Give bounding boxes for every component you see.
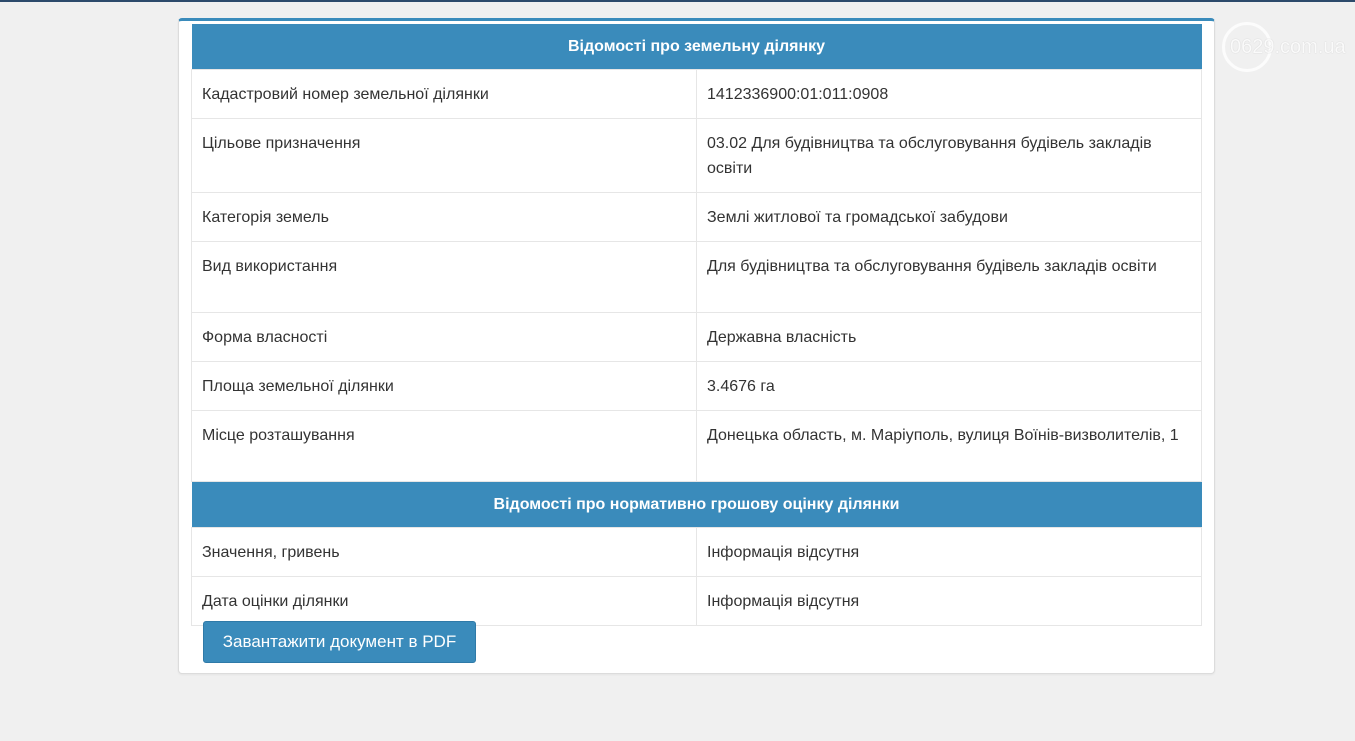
download-pdf-button[interactable]: Завантажити документ в PDF <box>203 621 476 663</box>
row-value-ownership: Державна власність <box>696 312 1202 362</box>
row-value-cadastral-number: 1412336900:01:011:0908 <box>696 69 1202 119</box>
site-watermark: 0629.com.ua <box>1222 22 1348 86</box>
table-row: Значення, гривень Інформація відсутня <box>191 527 1202 577</box>
row-label-area: Площа земельної ділянки <box>191 361 697 411</box>
land-info-table: Відомості про земельну ділянку Кадастров… <box>191 24 1202 626</box>
watermark-text: 0629.com.ua <box>1230 36 1346 58</box>
row-label-purpose: Цільове призначення <box>191 118 697 193</box>
table-row: Форма власності Державна власність <box>191 312 1202 362</box>
table-row: Кадастровий номер земельної ділянки 1412… <box>191 69 1202 119</box>
row-label-cadastral-number: Кадастровий номер земельної ділянки <box>191 69 697 119</box>
row-value-purpose: 03.02 Для будівництва та обслуговування … <box>696 118 1202 193</box>
row-label-ownership: Форма власності <box>191 312 697 362</box>
row-label-land-category: Категорія земель <box>191 192 697 242</box>
table-row: Цільове призначення 03.02 Для будівництв… <box>191 118 1202 193</box>
land-info-panel: Відомості про земельну ділянку Кадастров… <box>178 18 1215 674</box>
table-row: Вид використання Для будівництва та обсл… <box>191 241 1202 313</box>
valuation-header: Відомості про нормативно грошову оцінку … <box>191 481 1202 528</box>
table-row: Місце розташування Донецька область, м. … <box>191 410 1202 482</box>
row-value-usage-type: Для будівництва та обслуговування будіве… <box>696 241 1202 313</box>
row-label-valuation-date: Дата оцінки ділянки <box>191 576 697 626</box>
table-row: Дата оцінки ділянки Інформація відсутня <box>191 576 1202 626</box>
table-row: Площа земельної ділянки 3.4676 га <box>191 361 1202 411</box>
row-value-location: Донецька область, м. Маріуполь, вулиця В… <box>696 410 1202 482</box>
top-bar <box>0 0 1355 2</box>
row-label-usage-type: Вид використання <box>191 241 697 313</box>
row-value-valuation-date: Інформація відсутня <box>696 576 1202 626</box>
land-info-header: Відомості про земельну ділянку <box>191 24 1202 70</box>
row-value-valuation-amount: Інформація відсутня <box>696 527 1202 577</box>
row-label-location: Місце розташування <box>191 410 697 482</box>
valuation-header-row: Відомості про нормативно грошову оцінку … <box>191 481 1202 528</box>
row-value-area: 3.4676 га <box>696 361 1202 411</box>
table-row: Категорія земель Землі житлової та грома… <box>191 192 1202 242</box>
row-value-land-category: Землі житлової та громадської забудови <box>696 192 1202 242</box>
row-label-valuation-amount: Значення, гривень <box>191 527 697 577</box>
land-info-header-row: Відомості про земельну ділянку <box>191 24 1202 70</box>
